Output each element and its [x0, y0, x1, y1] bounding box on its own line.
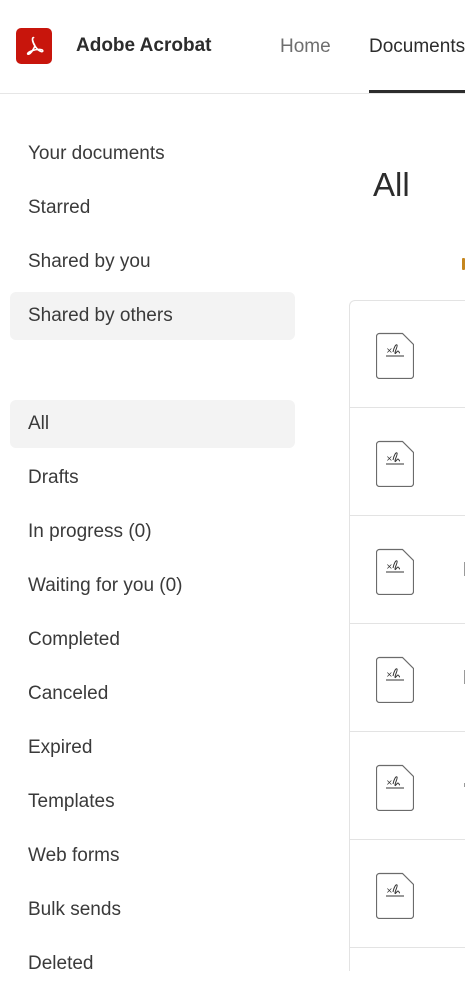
sidebar-item-expired[interactable]: Expired [10, 724, 295, 772]
svg-text:×: × [386, 562, 393, 571]
tab-documents[interactable]: Documents [369, 36, 465, 58]
document-row[interactable]: × [350, 517, 465, 624]
sidebar-item-web-forms[interactable]: Web forms [10, 832, 295, 880]
svg-text:×: × [386, 454, 393, 463]
sidebar-item-in-progress[interactable]: In progress (0) [10, 508, 295, 556]
sidebar-item-templates[interactable]: Templates [10, 778, 295, 826]
signature-document-icon: × [376, 548, 414, 595]
document-list: × × × × × × [349, 300, 465, 971]
app-header: Adobe Acrobat Home Documents [0, 0, 465, 94]
document-row[interactable]: × [350, 625, 465, 732]
document-row[interactable]: × [350, 301, 465, 408]
page-title: All [373, 166, 410, 203]
sidebar-item-bulk-sends[interactable]: Bulk sends [10, 886, 295, 934]
svg-text:×: × [386, 778, 393, 787]
signature-document-icon: × [376, 332, 414, 379]
svg-text:×: × [386, 346, 393, 355]
sidebar-item-drafts[interactable]: Drafts [10, 454, 295, 502]
sidebar-item-starred[interactable]: Starred [10, 184, 295, 232]
sidebar-item-shared-by-you[interactable]: Shared by you [10, 238, 295, 286]
document-row[interactable]: × [350, 841, 465, 948]
app-name: Adobe Acrobat [76, 35, 212, 56]
sidebar-item-completed[interactable]: Completed [10, 616, 295, 664]
sidebar-item-all[interactable]: All [10, 400, 295, 448]
sidebar-item-waiting-for-you[interactable]: Waiting for you (0) [10, 562, 295, 610]
document-row[interactable]: × [350, 733, 465, 840]
active-tab-indicator [369, 90, 465, 93]
sidebar-item-canceled[interactable]: Canceled [10, 670, 295, 718]
signature-document-icon: × [376, 872, 414, 919]
svg-text:×: × [386, 670, 393, 679]
sidebar-item-your-documents[interactable]: Your documents [10, 130, 295, 178]
signature-document-icon: × [376, 764, 414, 811]
adobe-acrobat-logo-icon[interactable] [16, 28, 52, 64]
svg-text:×: × [386, 886, 393, 895]
tab-home[interactable]: Home [280, 36, 331, 58]
signature-document-icon: × [376, 440, 414, 487]
sidebar-item-shared-by-others[interactable]: Shared by others [10, 292, 295, 340]
document-row[interactable]: × [350, 409, 465, 516]
sidebar-item-deleted[interactable]: Deleted [10, 940, 295, 988]
signature-document-icon: × [376, 656, 414, 703]
